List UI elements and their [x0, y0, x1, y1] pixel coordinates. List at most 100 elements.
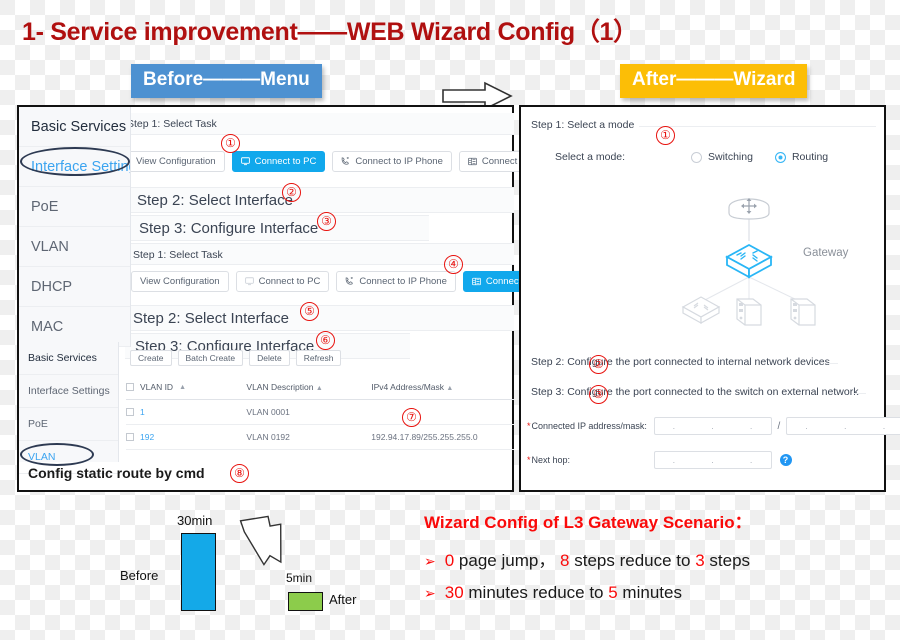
badge-before-menu: Before———Menu — [131, 64, 322, 98]
step-number-5: ⑤ — [300, 302, 319, 321]
router-icon — [728, 198, 770, 220]
sort-caret-icon[interactable]: ▲ — [446, 385, 453, 392]
step-number-4: ④ — [444, 255, 463, 274]
ip-phone-icon — [345, 277, 354, 286]
table-row[interactable]: 1 VLAN 0001 — [126, 400, 514, 425]
header-cell-ipv4-address-mask[interactable]: IPv4 Address/Mask ▲ — [371, 382, 514, 392]
monitor-icon — [240, 157, 250, 166]
sidebar-item-poe[interactable]: PoE — [19, 187, 130, 227]
ip-dot: . — [711, 455, 714, 465]
radio-routing-label: Routing — [791, 151, 829, 163]
mode-label: Select a mode: — [555, 151, 626, 163]
sidebar-item-vlan[interactable]: VLAN — [19, 227, 130, 267]
sort-caret-icon[interactable]: ▲ — [179, 384, 186, 391]
bullet2-part-3: minutes — [617, 583, 682, 602]
radio-routing[interactable]: Routing — [774, 151, 829, 163]
step3-configure-interface-a: Step 3: Configure Interface — [129, 215, 429, 241]
after-wizard-panel: Step 1: Select a mode Select a mode: Swi… — [519, 105, 900, 492]
next-hop-input[interactable]: ... — [653, 451, 772, 469]
sort-caret-icon[interactable]: ▲ — [316, 385, 323, 392]
connect-to-pc-button-a[interactable]: Connect to PC — [231, 151, 326, 172]
connect-to-pc-button-b[interactable]: Connect to PC — [235, 271, 330, 292]
sidebar-item-basic-services[interactable]: Basic Services — [19, 107, 130, 147]
page-title: 1- Service improvement——WEB Wizard Confi… — [22, 18, 638, 46]
ip-dot: . — [672, 421, 675, 431]
switch-icon — [472, 277, 481, 286]
wizard-step2-header: Step 2: Configure the port connected to … — [531, 356, 838, 368]
connect-to-ip-phone-button-b[interactable]: Connect to IP Phone — [336, 271, 456, 292]
vlan-id-link[interactable]: 1 — [140, 407, 145, 417]
batch-create-button[interactable]: Batch Create — [177, 350, 244, 366]
view-configuration-button-a[interactable]: View Configuration — [127, 151, 225, 172]
header-cell-vlan-description[interactable]: VLAN Description ▲ — [246, 382, 371, 392]
next-hop-field-row: * Next hop: ... ? — [527, 451, 792, 469]
step-number-7: ⑦ — [402, 408, 421, 427]
delete-button[interactable]: Delete — [249, 350, 290, 366]
cell-vlan-id: 192 — [126, 432, 246, 442]
before-after-bar-chart: 30min Before 5min After — [120, 500, 420, 640]
connect-to-ip-phone-button-a[interactable]: Connect to IP Phone — [332, 151, 452, 172]
bullet1-part-5: steps — [704, 551, 751, 570]
ip-phone-icon — [341, 157, 350, 166]
row-checkbox[interactable] — [126, 408, 134, 416]
bar-after — [288, 592, 323, 611]
table-header-row: VLAN ID ▲ VLAN Description ▲ IPv4 Addres… — [126, 375, 514, 400]
summary-bullet-2: ➢ 30 minutes reduce to 5 minutes — [424, 583, 752, 603]
task-buttons-row-b: View Configuration Connect to PC Connect… — [131, 271, 572, 292]
connected-ip-label: Connected IP address/mask: — [531, 421, 647, 431]
step-number-1: ① — [221, 134, 240, 153]
monitor-icon — [244, 277, 254, 286]
connected-ip-input[interactable]: ... — [653, 417, 772, 435]
step-number-8: ⑧ — [230, 464, 249, 483]
wizard-step3-header: Step 3: Configure the port connected to … — [531, 386, 867, 398]
bullet1-part-3: steps reduce to — [569, 551, 696, 570]
wizard-step-number-3: ③ — [589, 385, 608, 404]
create-button[interactable]: Create — [130, 350, 172, 366]
step-number-3: ③ — [317, 212, 336, 231]
slash-separator: / — [777, 420, 781, 432]
ip-dot: . — [805, 421, 808, 431]
sidebar2-item-interface-settings[interactable]: Interface Settings — [19, 375, 118, 408]
connect-to-ip-phone-label-a: Connect to IP Phone — [355, 156, 443, 167]
help-icon[interactable]: ? — [779, 454, 792, 466]
sidebar-item-interface-settings[interactable]: Interface Settings — [19, 147, 130, 187]
table-row[interactable]: 192 VLAN 0192 192.94.17.89/255.255.255.0 — [126, 425, 514, 450]
server-icon — [790, 298, 816, 326]
summary-bullet-1-text: 0 page jump， 8 steps reduce to 3 steps — [445, 546, 750, 571]
sidebar-item-mac[interactable]: MAC — [19, 307, 130, 347]
bar-before — [181, 533, 216, 611]
wizard-step-number-2: ② — [589, 355, 608, 374]
badge-after-wizard: After———Wizard — [620, 64, 808, 98]
wizard-step1-header: Step 1: Select a mode — [531, 119, 876, 131]
gateway-label: Gateway — [803, 247, 849, 259]
wizard-step-number-1: ① — [656, 126, 675, 145]
view-configuration-label-a: View Configuration — [136, 156, 216, 167]
refresh-button[interactable]: Refresh — [295, 350, 342, 366]
ip-dot: . — [750, 421, 753, 431]
summary-title: Wizard Config of L3 Gateway Scenario： — [424, 513, 752, 532]
row-checkbox[interactable] — [126, 433, 134, 441]
bullet-arrow-icon: ➢ — [424, 553, 436, 569]
ip-dot: . — [844, 421, 847, 431]
vlan-id-link[interactable]: 192 — [140, 432, 154, 442]
connected-mask-input[interactable]: ... — [786, 417, 900, 435]
radio-switching[interactable]: Switching — [691, 151, 753, 163]
connected-ip-field-row: * Connected IP address/mask: ... / ... — [527, 417, 900, 435]
ip-dot: . — [672, 455, 675, 465]
header-cell-vlan-id[interactable]: VLAN ID ▲ — [126, 382, 246, 392]
bullet2-part-2: 5 — [608, 583, 618, 602]
ip-dot: . — [882, 421, 886, 431]
sidebar2-item-poe[interactable]: PoE — [19, 408, 118, 441]
step-number-6: ⑥ — [316, 331, 335, 350]
view-configuration-button-b[interactable]: View Configuration — [131, 271, 229, 292]
server-icon — [736, 298, 762, 326]
category-label-before: Before — [120, 568, 159, 583]
ip-dot: . — [711, 421, 714, 431]
radio-dot-icon — [691, 151, 702, 163]
select-all-checkbox[interactable] — [126, 383, 134, 391]
cell-vlan-id: 1 — [126, 407, 246, 417]
task-buttons-row-a: View Configuration Connect to PC Connect… — [127, 151, 568, 172]
sidebar2-item-basic-services[interactable]: Basic Services — [19, 342, 118, 375]
summary-bullet-1: ➢ 0 page jump， 8 steps reduce to 3 steps — [424, 546, 752, 571]
sidebar-item-dhcp[interactable]: DHCP — [19, 267, 130, 307]
